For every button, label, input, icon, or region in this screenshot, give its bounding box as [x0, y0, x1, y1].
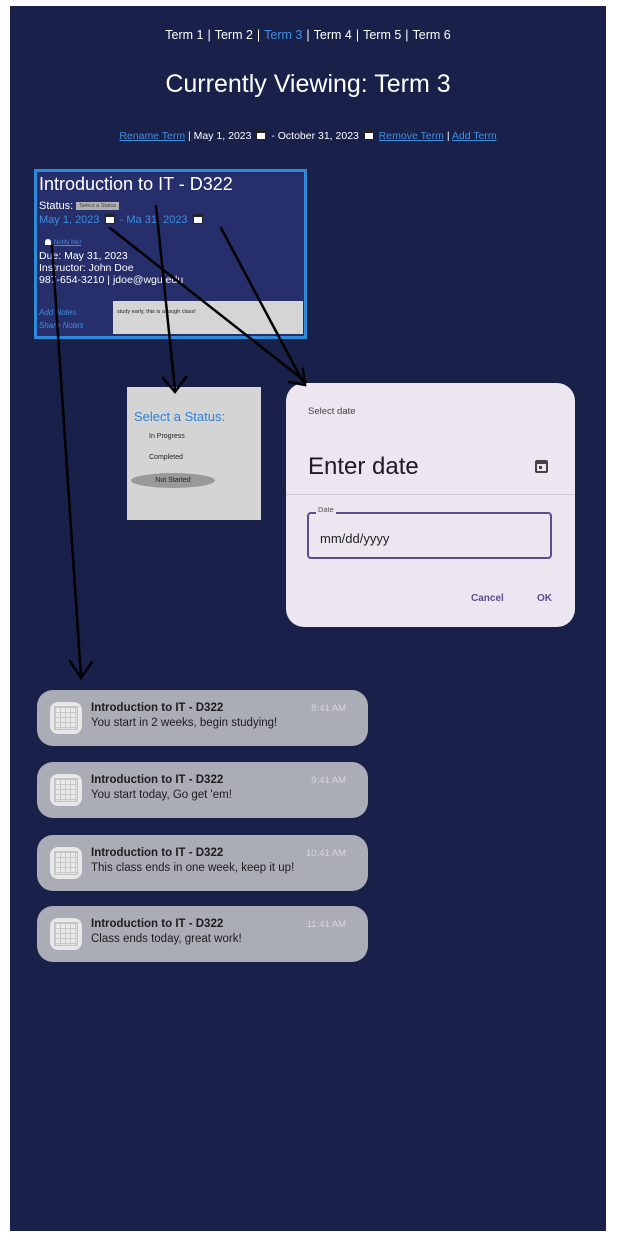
- arrowhead: [68, 659, 94, 681]
- dialog-headline: Enter date: [308, 453, 419, 480]
- tab-term-6[interactable]: Term 6: [413, 28, 451, 42]
- notification-card[interactable]: Introduction to IT - D322 11:41 AM Class…: [37, 906, 368, 962]
- add-notes-link[interactable]: Add Notes: [39, 308, 76, 317]
- tab-term-3[interactable]: Term 3: [264, 28, 302, 42]
- notify-me-link[interactable]: Notify Me!: [45, 239, 81, 246]
- app-icon: [50, 847, 82, 879]
- course-end-date: 31, 2023: [144, 214, 188, 226]
- cancel-button[interactable]: Cancel: [471, 593, 504, 604]
- notification-time: 11:41 AM: [306, 919, 346, 930]
- tab-term-1[interactable]: Term 1: [165, 28, 203, 42]
- notification-time: 8:41 AM: [311, 703, 346, 714]
- instructor: Instructor: John Doe: [39, 262, 134, 274]
- course-start-date: May 1, 2023: [39, 214, 100, 226]
- notification-title: Introduction to IT - D322: [91, 918, 224, 930]
- course-title: Introduction to IT - D322: [39, 174, 233, 194]
- tab-term-4[interactable]: Term 4: [314, 28, 352, 42]
- status-popup: Select a Status: In Progress Completed N…: [127, 387, 261, 520]
- term-actions: Rename Term | May 1, 2023 - October 31, …: [119, 130, 497, 142]
- notes-field[interactable]: study early, this is a tough class!: [113, 301, 303, 334]
- instructor-contact: 987-654-3210 | jdoe@wgu.edu: [39, 274, 184, 286]
- term-start-date: May 1, 2023: [193, 130, 252, 142]
- tab-term-5[interactable]: Term 5: [363, 28, 401, 42]
- share-notes-link[interactable]: Share Notes: [39, 321, 83, 330]
- app-screen: Term 1 | Term 2 | Term 3 | Term 4 | Term 5 | Term …: [10, 6, 606, 1231]
- notification-card[interactable]: Introduction to IT - D322 10:41 AM This …: [37, 835, 368, 891]
- status-option-in-progress[interactable]: In Progress: [149, 433, 185, 440]
- calendar-icon[interactable]: [192, 214, 203, 224]
- date-separator: -: [271, 130, 275, 142]
- date-field-value[interactable]: mm/dd/yyyy: [320, 531, 389, 546]
- notify-label: Notify Me!: [54, 240, 82, 246]
- rename-term-link[interactable]: Rename Term: [119, 130, 185, 142]
- notification-title: Introduction to IT - D322: [91, 774, 224, 786]
- status-option-not-started[interactable]: Not Started: [131, 473, 215, 488]
- add-term-link[interactable]: Add Term: [452, 130, 497, 142]
- notification-card[interactable]: Introduction to IT - D322 8:41 AM You st…: [37, 690, 368, 746]
- calendar-icon[interactable]: [104, 214, 115, 224]
- remove-term-link[interactable]: Remove Term: [379, 130, 444, 142]
- dialog-divider: [286, 494, 575, 495]
- term-tabs: Term 1 | Term 2 | Term 3 | Term 4 | Term 5 | Term …: [165, 28, 451, 42]
- app-icon: [50, 774, 82, 806]
- calendar-icon[interactable]: [256, 130, 267, 140]
- notification-message: This class ends in one week, keep it up!: [91, 862, 295, 874]
- notification-card[interactable]: Introduction to IT - D322 9:41 AM You st…: [37, 762, 368, 818]
- notification-time: 10:41 AM: [305, 848, 346, 859]
- app-icon: [50, 702, 82, 734]
- bell-icon: [45, 239, 51, 245]
- notification-message: You start in 2 weeks, begin studying!: [91, 717, 278, 729]
- status-popup-heading: Select a Status:: [134, 409, 226, 424]
- notification-title: Introduction to IT - D322: [91, 702, 224, 714]
- app-icon: [50, 918, 82, 950]
- course-card: Introduction to IT - D322 Status: Select…: [34, 169, 307, 339]
- notification-message: You start today, Go get 'em!: [91, 789, 232, 801]
- course-dates: May 1, 2023 - Ma 31, 2023: [39, 214, 205, 226]
- course-status: Status: Select a Status: [39, 200, 120, 212]
- ok-button[interactable]: OK: [537, 593, 552, 604]
- notification-title: Introduction to IT - D322: [91, 847, 224, 859]
- calendar-icon[interactable]: [363, 130, 374, 140]
- status-option-completed[interactable]: Completed: [149, 454, 183, 461]
- notification-time: 9:41 AM: [311, 775, 346, 786]
- notification-message: Class ends today, great work!: [91, 933, 242, 945]
- page-title: Currently Viewing: Term 3: [165, 70, 451, 98]
- term-end-date: October 31, 2023: [277, 130, 359, 142]
- course-end-date-prefix: - Ma: [119, 214, 142, 226]
- date-picker-dialog: Select date Enter date Date mm/dd/yyyy C…: [286, 383, 575, 627]
- status-select[interactable]: Select a Status: [76, 202, 120, 210]
- date-field-label: Date: [316, 505, 336, 514]
- dialog-supporting-text: Select date: [308, 406, 356, 417]
- due-date: Due: May 31, 2023: [39, 250, 128, 262]
- tab-term-2[interactable]: Term 2: [215, 28, 253, 42]
- status-label: Status:: [39, 200, 74, 212]
- calendar-icon[interactable]: [535, 460, 548, 473]
